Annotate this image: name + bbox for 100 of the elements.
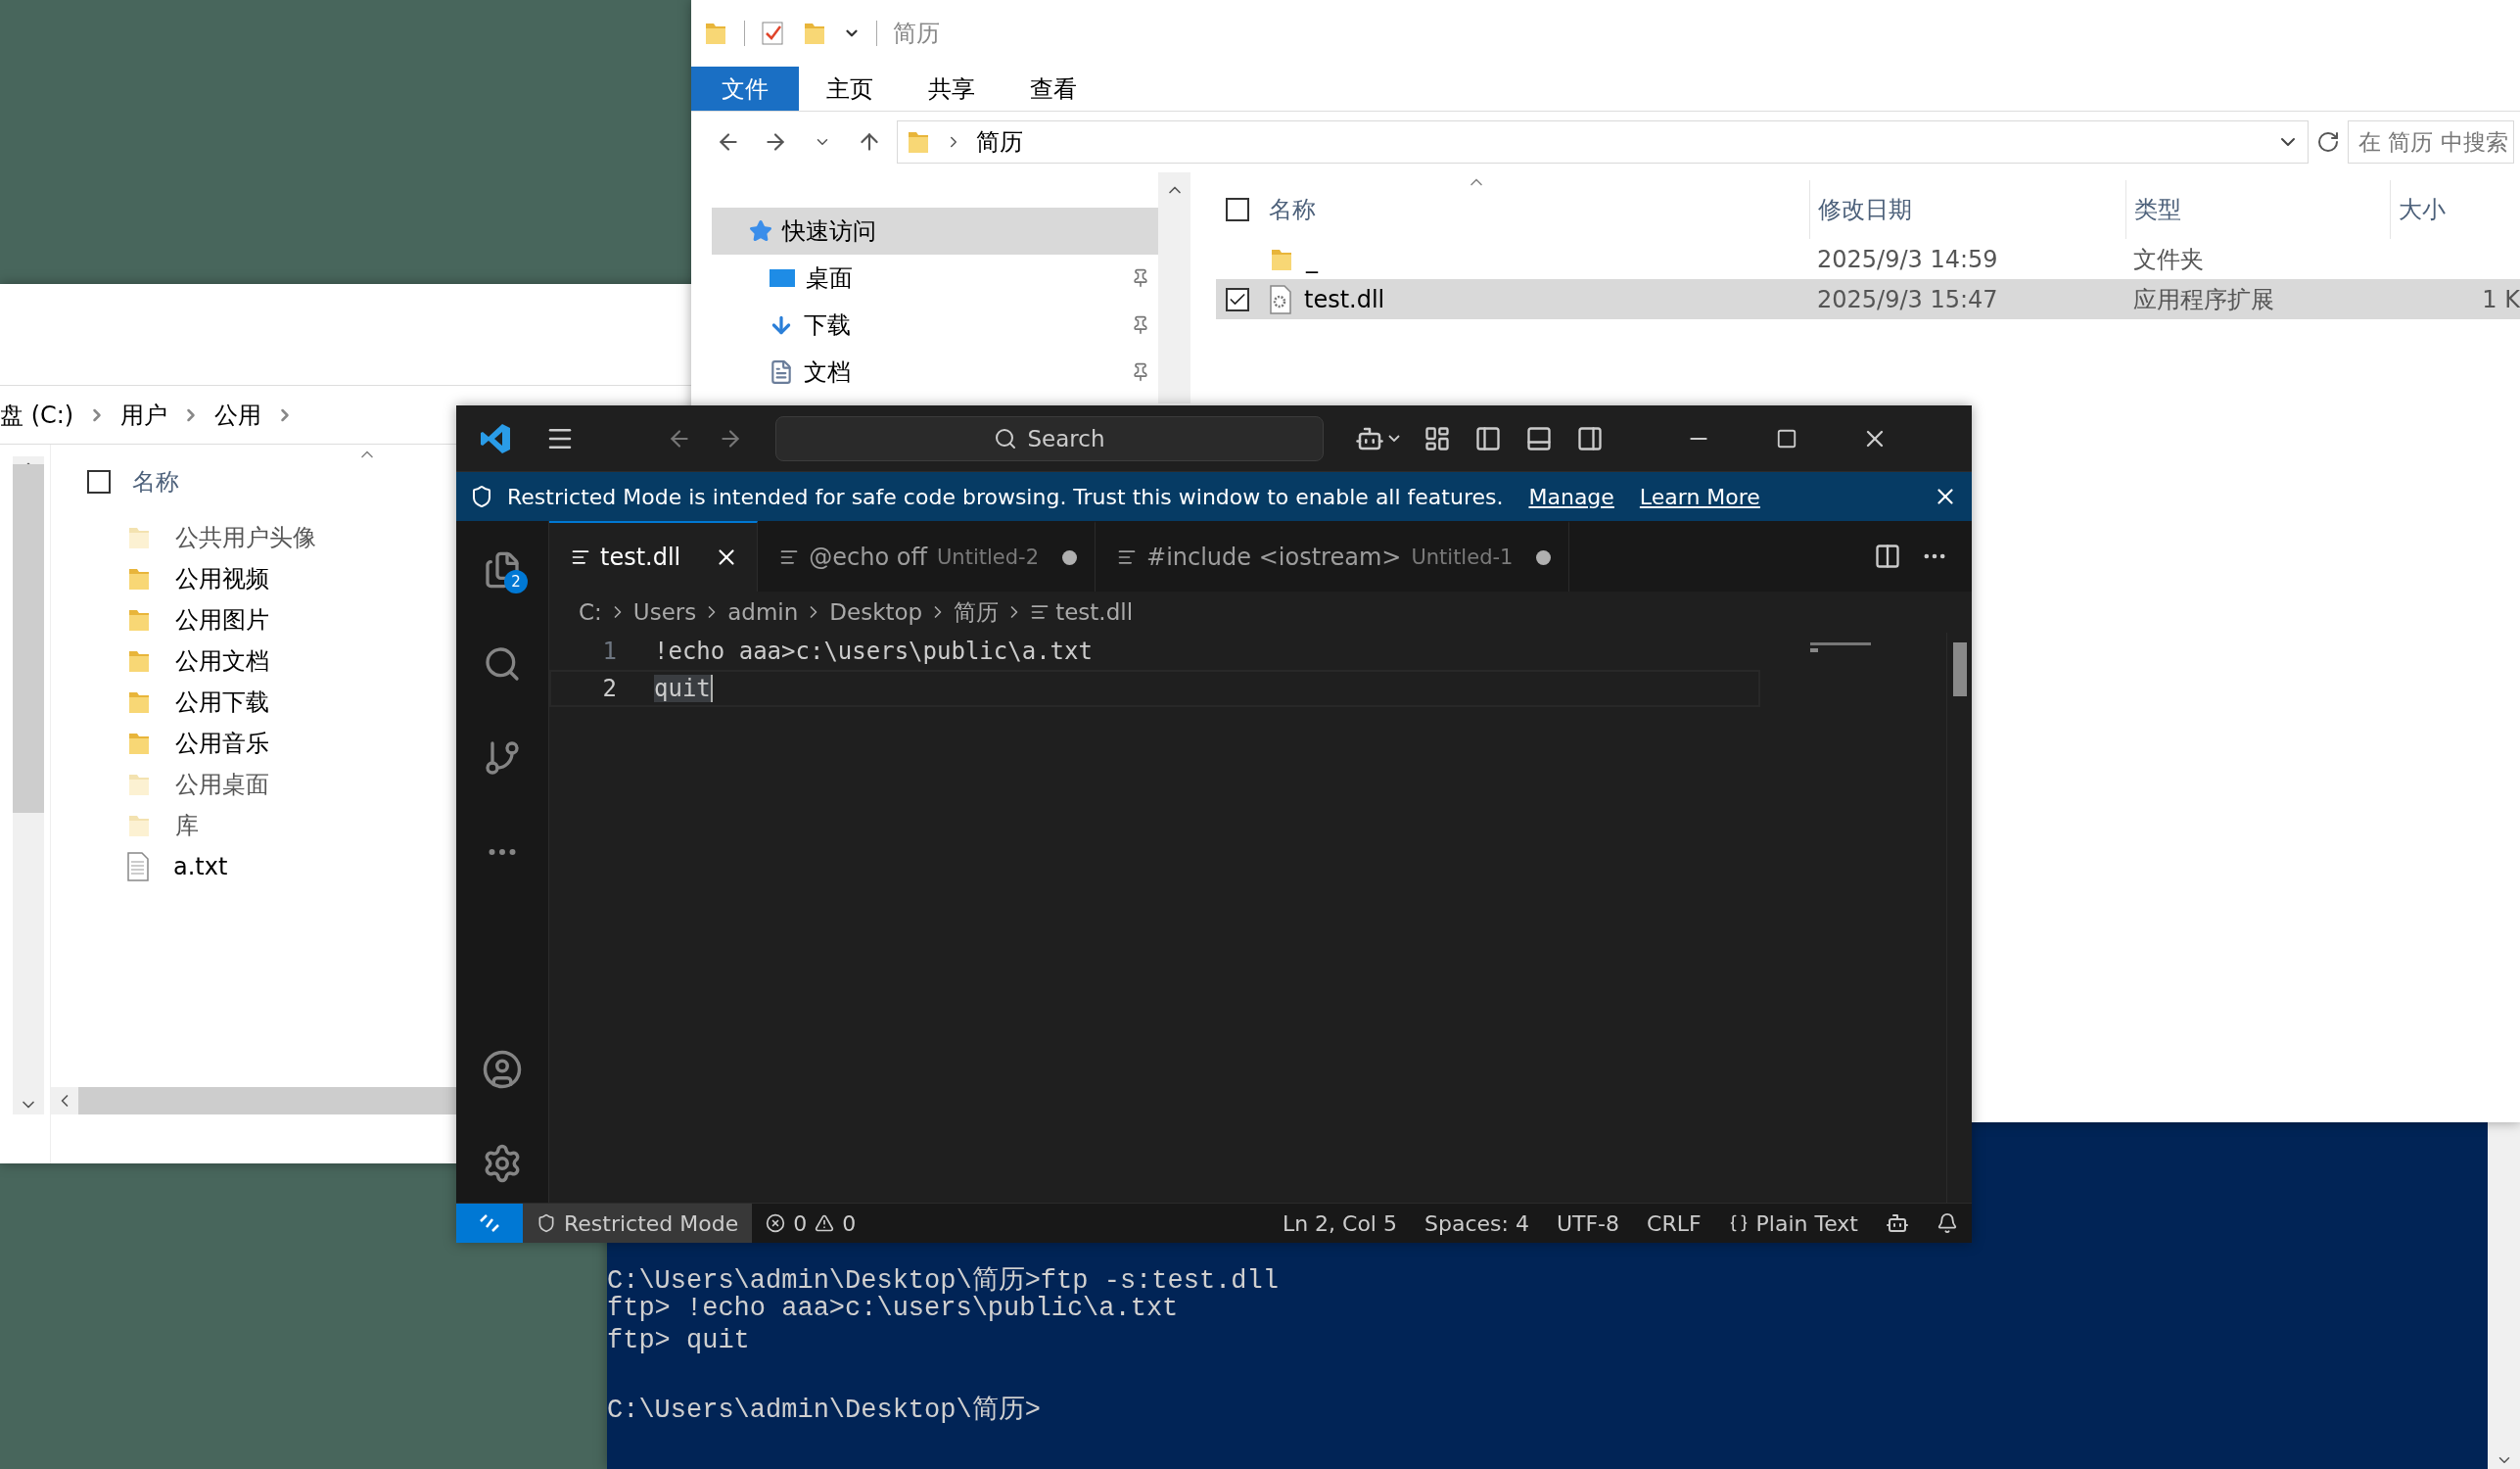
file-item[interactable]: 公用音乐: [126, 723, 269, 764]
banner-link[interactable]: Learn More: [1639, 484, 1760, 509]
file-name: 公共用户头像: [175, 523, 316, 553]
nav-item[interactable]: 桌面: [712, 255, 1158, 302]
breadcrumb-item[interactable]: admin: [727, 599, 799, 625]
line-number: 2: [601, 675, 618, 702]
maximize-icon[interactable]: [1776, 427, 1797, 450]
branch-icon[interactable]: [483, 738, 522, 778]
breadcrumb-item[interactable]: Desktop: [829, 599, 923, 625]
status-item[interactable]: Ln 2, Col 5: [1268, 1204, 1411, 1243]
desktop-icon: [769, 267, 796, 289]
table-cell-text: 应用程序扩展: [2132, 284, 2275, 315]
command-search-field[interactable]: Search: [775, 415, 1324, 461]
nav-item[interactable]: 文档: [712, 349, 1158, 396]
file-name: 公用图片: [175, 605, 269, 636]
refresh-icon[interactable]: [2316, 130, 2340, 154]
file-item[interactable]: 公用视频: [126, 558, 269, 599]
column-header[interactable]: 名称: [1269, 180, 1809, 239]
status-label: Plain Text: [1755, 1210, 1858, 1236]
status-item[interactable]: CRLF: [1633, 1204, 1715, 1243]
nav-item[interactable]: 下载: [712, 302, 1158, 349]
breadcrumb-item[interactable]: 简历: [954, 596, 1000, 628]
breadcrumb-item[interactable]: 公用: [214, 399, 262, 431]
file-item[interactable]: 公共用户头像: [126, 517, 316, 558]
horizontal-scrollbar[interactable]: [51, 1087, 456, 1114]
editor-tab[interactable]: test.dll: [549, 521, 759, 592]
scrollbar[interactable]: [2488, 1122, 2520, 1469]
scrollbar-thumb[interactable]: [1953, 642, 1967, 696]
breadcrumb-item[interactable]: C:: [579, 599, 602, 625]
file-name: 公用下载: [175, 687, 269, 718]
ribbon-tab[interactable]: 共享: [901, 67, 1003, 111]
scrollbar[interactable]: [13, 456, 44, 1114]
status-item[interactable]: UTF-8: [1542, 1204, 1634, 1243]
column-header[interactable]: 修改日期: [1809, 180, 2125, 239]
file-item[interactable]: a.txt: [126, 846, 228, 887]
file-item[interactable]: 公用桌面: [126, 764, 269, 805]
search-field[interactable]: 在 简历 中搜索: [2348, 120, 2514, 164]
file-row[interactable]: test.dll 2025/9/3 15:47 应用程序扩展 1 K: [1216, 279, 2520, 319]
select-all-checkbox[interactable]: [87, 470, 111, 494]
settings-file-icon: [1269, 284, 1292, 314]
right-panel-icon[interactable]: [1576, 424, 1604, 452]
properties-icon[interactable]: [761, 20, 786, 47]
nav-label: 快速访问: [782, 216, 876, 247]
remote-button[interactable]: [456, 1204, 523, 1243]
text-file-icon: [779, 547, 800, 567]
tab-detail: Untitled-1: [1411, 545, 1514, 569]
select-all-checkbox[interactable]: [1226, 198, 1249, 221]
caret-icon: [1388, 434, 1400, 443]
tab-detail: Untitled-2: [937, 545, 1039, 569]
robot-icon[interactable]: [1886, 1211, 1909, 1235]
file-name: 公用视频: [175, 564, 269, 594]
file-name: 公用文档: [175, 646, 269, 677]
files-icon[interactable]: [483, 550, 522, 590]
column-header[interactable]: 类型: [2125, 180, 2390, 239]
tab-label: #include <iostream>: [1146, 544, 1402, 571]
ribbon-tab[interactable]: 主页: [799, 67, 901, 111]
breadcrumb-item[interactable]: 盘 (C:): [0, 399, 74, 431]
file-name: _: [1306, 245, 1318, 273]
text-file-icon: [1030, 602, 1050, 622]
search-icon: [994, 426, 1018, 450]
scrollbar[interactable]: [1158, 172, 1190, 403]
ribbon-tab[interactable]: 查看: [1003, 67, 1104, 111]
address-bar[interactable]: 简历: [897, 120, 2309, 164]
banner-link[interactable]: Manage: [1528, 484, 1614, 509]
bell-icon[interactable]: [1937, 1212, 1958, 1234]
console-line: ftp> !echo aaa>c:\users\public\a.txt: [607, 1294, 1180, 1325]
nav-item[interactable]: 快速访问: [712, 208, 1158, 255]
split-editor-icon[interactable]: [1874, 543, 1901, 570]
file-item[interactable]: 库: [126, 805, 199, 846]
language-status[interactable]: Plain Text: [1714, 1204, 1872, 1243]
bottom-panel-icon[interactable]: [1525, 424, 1553, 452]
status-item[interactable]: Spaces: 4: [1411, 1204, 1543, 1243]
breadcrumb-item[interactable]: 用户: [120, 399, 168, 431]
file-item[interactable]: 公用图片: [126, 599, 269, 640]
text-file-icon: [1117, 547, 1137, 567]
ribbon-tab[interactable]: 文件: [691, 67, 799, 111]
breadcrumb-item[interactable]: test.dll: [1055, 599, 1134, 625]
table-cell-text: 2025/9/3 15:47: [1816, 285, 1999, 313]
error-icon: [766, 1213, 786, 1233]
search-icon[interactable]: [483, 644, 522, 684]
row-checkbox[interactable]: [1226, 287, 1249, 311]
file-name: test.dll: [1304, 285, 1385, 313]
account-icon[interactable]: [482, 1049, 523, 1090]
restricted-mode-status[interactable]: Restricted Mode: [523, 1204, 753, 1243]
problems-status[interactable]: 0 0: [752, 1204, 870, 1243]
file-item[interactable]: 公用下载: [126, 682, 269, 723]
column-header[interactable]: 名称: [132, 466, 179, 498]
console-line: C:\Users\admin\Desktop\简历>ftp -s:test.dll: [607, 1265, 1280, 1294]
column-header[interactable]: 大小: [2390, 180, 2520, 239]
file-name: 库: [175, 811, 199, 841]
tab-label: @echo off: [809, 544, 927, 571]
breadcrumb-item[interactable]: Users: [632, 599, 697, 625]
file-row[interactable]: _ 2025/9/3 14:59 文件夹: [1216, 239, 2520, 279]
file-item[interactable]: 公用文档: [126, 640, 269, 682]
nav-label: 下载: [804, 310, 851, 341]
breadcrumb-item[interactable]: 简历: [976, 126, 1023, 158]
scrollbar-thumb[interactable]: [13, 464, 44, 813]
document-icon: [769, 359, 794, 385]
layout-icon[interactable]: [1423, 424, 1451, 452]
left-panel-icon[interactable]: [1474, 424, 1502, 452]
